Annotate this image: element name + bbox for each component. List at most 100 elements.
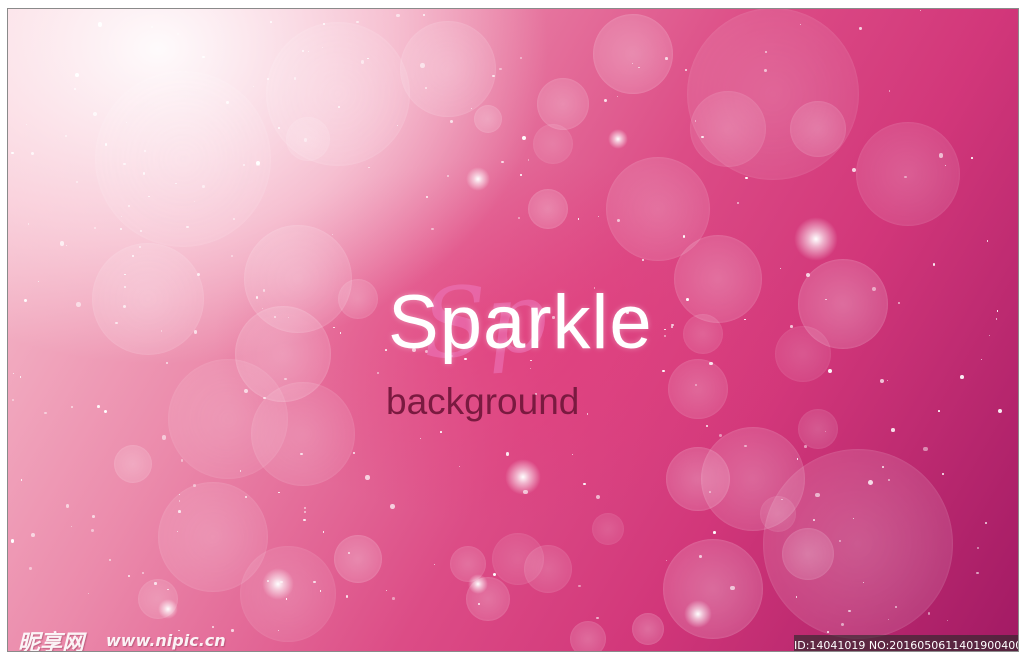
subheadline-text: background bbox=[386, 381, 580, 422]
sparkle-dot bbox=[597, 215, 599, 217]
sparkle-dot bbox=[477, 603, 480, 605]
sparkle-dot bbox=[353, 452, 355, 454]
sparkle-dot bbox=[19, 376, 22, 378]
sparkle-dot bbox=[87, 592, 90, 595]
sparkle-dot bbox=[458, 465, 460, 467]
sparkle-dot bbox=[244, 388, 248, 393]
sparkle-dot bbox=[522, 135, 527, 140]
sparkle-dot bbox=[333, 327, 335, 329]
bokeh-circle bbox=[798, 409, 838, 449]
bokeh-circle bbox=[286, 117, 330, 161]
sparkle-dot bbox=[20, 479, 22, 481]
sparkle-dot bbox=[501, 160, 504, 164]
sparkle-dot bbox=[385, 349, 388, 352]
sparkle-dot bbox=[450, 120, 454, 124]
sparkle-dot bbox=[440, 431, 443, 434]
bokeh-circle bbox=[474, 105, 502, 133]
sparkle-dot bbox=[120, 227, 123, 231]
sparkle-dot bbox=[781, 498, 783, 500]
bokeh-circle bbox=[400, 21, 496, 117]
sparkle-dot bbox=[396, 13, 401, 18]
bokeh-circle bbox=[683, 314, 723, 354]
sparkle-dot bbox=[178, 500, 180, 502]
sparkle-dot bbox=[284, 377, 287, 381]
sparkle-dot bbox=[192, 484, 196, 488]
sparkle-dot bbox=[827, 369, 832, 374]
watermark-url: www.nipic.cn bbox=[106, 631, 226, 650]
sparkle-dot bbox=[142, 172, 145, 175]
sparkle-dot bbox=[859, 27, 862, 30]
sparkle-dot bbox=[261, 307, 263, 309]
sparkle-dot bbox=[744, 318, 746, 321]
sparkle-dot bbox=[705, 425, 709, 428]
sparkle-dot bbox=[367, 57, 369, 60]
sparkle-dot bbox=[150, 25, 153, 28]
sparkle-dot bbox=[377, 372, 380, 375]
sparkle-dot bbox=[577, 218, 580, 220]
sparkle-dot bbox=[671, 325, 674, 328]
sparkle-dot bbox=[262, 289, 265, 292]
sparkle-dot bbox=[303, 519, 306, 522]
sparkle-dot bbox=[109, 559, 111, 561]
sparkle-dot bbox=[70, 406, 74, 409]
sparkle-background-artwork: Sp Sparkle background 昵享网 www.nipic.cn I… bbox=[7, 8, 1019, 652]
sparkle-dot bbox=[796, 458, 799, 460]
sparkle-dot bbox=[37, 280, 39, 282]
sparkle-dot bbox=[682, 235, 685, 238]
sparkle-dot bbox=[263, 396, 267, 400]
bokeh-circle bbox=[95, 71, 271, 247]
sparkle-dot bbox=[596, 495, 601, 500]
sparkle-dot bbox=[780, 267, 782, 269]
sparkle-dot bbox=[938, 153, 944, 158]
glow-star bbox=[684, 600, 712, 628]
sparkle-dot bbox=[226, 101, 229, 104]
sparkle-dot bbox=[278, 491, 280, 494]
sparkle-dot bbox=[988, 335, 990, 337]
glow-star bbox=[608, 129, 628, 149]
sparkle-dot bbox=[103, 410, 107, 414]
sparkle-dot bbox=[868, 479, 874, 485]
bokeh-circle bbox=[334, 535, 382, 583]
sparkle-dot bbox=[385, 590, 388, 592]
sparkle-dot bbox=[422, 14, 425, 17]
sparkle-dot bbox=[141, 571, 144, 574]
sparkle-dot bbox=[927, 612, 931, 615]
sparkle-dot bbox=[75, 73, 80, 78]
bokeh-circle bbox=[856, 122, 960, 226]
sparkle-dot bbox=[520, 174, 522, 176]
sparkle-dot bbox=[11, 152, 14, 155]
sparkle-dot bbox=[345, 595, 349, 598]
sparkle-dot bbox=[814, 492, 820, 498]
sparkle-dot bbox=[125, 121, 127, 124]
sparkle-dot bbox=[233, 218, 235, 220]
sparkle-dot bbox=[904, 175, 907, 179]
bokeh-circle bbox=[533, 124, 573, 164]
bokeh-circle bbox=[690, 91, 766, 167]
sparkle-dot bbox=[941, 472, 944, 475]
sparkle-dot bbox=[665, 559, 668, 562]
sparkle-dot bbox=[871, 286, 876, 291]
sparkle-dot bbox=[65, 135, 67, 137]
sparkle-dot bbox=[420, 63, 425, 68]
sparkle-dot bbox=[304, 507, 306, 509]
sparkle-dot bbox=[368, 166, 370, 169]
sparkle-dot bbox=[571, 453, 573, 455]
sparkle-dot bbox=[587, 413, 589, 415]
sparkle-dot bbox=[360, 60, 364, 64]
sparkle-dot bbox=[944, 164, 946, 166]
headline-text: Sparkle bbox=[388, 280, 653, 365]
sparkle-dot bbox=[863, 581, 865, 583]
sparkle-dot bbox=[127, 204, 131, 207]
glow-star bbox=[466, 167, 490, 191]
sparkle-dot bbox=[420, 437, 422, 440]
sparkle-dot bbox=[985, 522, 988, 524]
sparkle-dot bbox=[971, 157, 973, 159]
bokeh-circle bbox=[92, 243, 204, 355]
bokeh-circle bbox=[663, 539, 763, 639]
sparkle-dot bbox=[339, 332, 342, 334]
sparkle-dot bbox=[790, 325, 793, 328]
sparkle-dot bbox=[426, 196, 428, 198]
sparkle-dot bbox=[662, 369, 665, 373]
sparkle-dot bbox=[851, 167, 856, 172]
sparkle-dot bbox=[517, 217, 520, 220]
